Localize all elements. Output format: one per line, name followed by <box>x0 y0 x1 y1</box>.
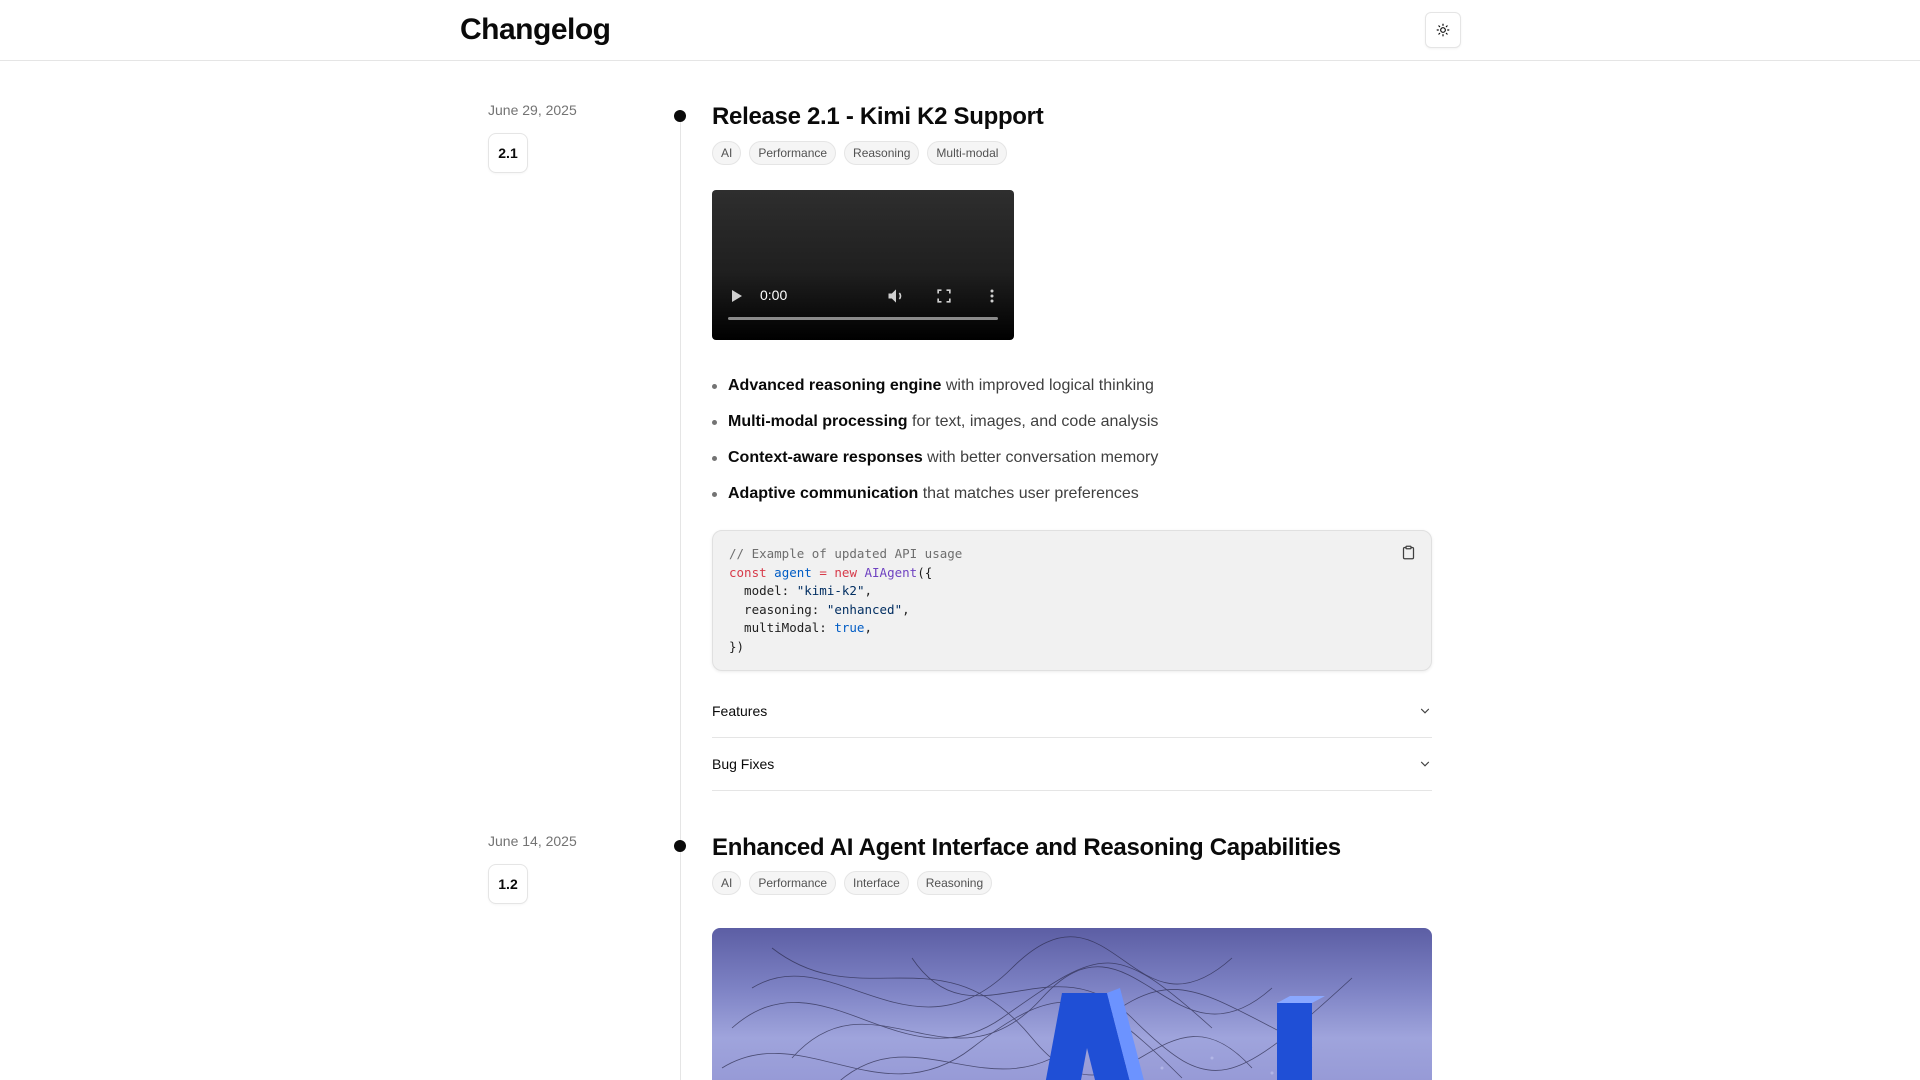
accordion-bug-fixes[interactable]: Bug Fixes <box>712 738 1432 791</box>
code-block: // Example of updated API usage const ag… <box>712 530 1432 671</box>
chevron-down-icon <box>1420 708 1430 714</box>
sun-icon <box>1436 23 1450 37</box>
tag: AI <box>712 871 742 895</box>
tag: Performance <box>749 871 837 895</box>
ai-artwork <box>721 936 1353 1080</box>
list-item: Multi-modal processing for text, images,… <box>712 408 1158 444</box>
accordion-label: Bug Fixes <box>712 756 775 772</box>
page-title: Changelog <box>460 13 611 46</box>
feature-bullet-list: Advanced reasoning engine with improved … <box>712 372 1158 516</box>
version-badge: 2.1 <box>488 133 528 173</box>
video-controls: 0:00 <box>712 286 1014 326</box>
tag-list: AI Performance Reasoning Multi-modal <box>712 141 1008 165</box>
tag: Interface <box>844 871 909 895</box>
code-line: multiModal: true, <box>729 620 872 635</box>
more-options-icon[interactable] <box>982 286 1002 306</box>
copy-button[interactable] <box>1399 543 1417 561</box>
accordion-label: Features <box>712 703 768 719</box>
tag: AI <box>712 141 742 165</box>
list-item: Context-aware responses with better conv… <box>712 444 1158 480</box>
code-line: const agent = new AIAgent({ <box>729 564 933 580</box>
code-line: }) <box>729 638 745 654</box>
chevron-down-icon <box>1420 761 1430 767</box>
timeline-dot <box>674 840 686 852</box>
accordion-features[interactable]: Features <box>712 685 1432 738</box>
code-line: model: "kimi-k2", <box>729 583 872 598</box>
list-item: Adaptive communication that matches user… <box>712 480 1158 516</box>
release-hero-image <box>712 928 1432 1080</box>
entry-title: Release 2.1 - Kimi K2 Support <box>712 103 1044 130</box>
video-player[interactable]: 0:00 <box>712 190 1014 340</box>
code-line: reasoning: "enhanced", <box>729 601 910 617</box>
tag: Performance <box>749 141 837 165</box>
play-icon[interactable] <box>732 290 742 302</box>
fullscreen-icon[interactable] <box>934 286 954 306</box>
theme-toggle-button[interactable] <box>1425 12 1461 48</box>
video-time: 0:00 <box>760 287 788 303</box>
list-item: Advanced reasoning engine with improved … <box>712 372 1158 408</box>
tag-list: AI Performance Interface Reasoning <box>712 871 993 895</box>
timeline-dot <box>674 110 686 122</box>
tag: Multi-modal <box>927 141 1008 165</box>
entry-date: June 14, 2025 <box>488 833 577 849</box>
timeline-line <box>680 110 681 1080</box>
clipboard-icon <box>1402 545 1414 559</box>
entry-date: June 29, 2025 <box>488 102 577 118</box>
video-progress-bar[interactable] <box>728 317 998 320</box>
code-line: // Example of updated API usage <box>729 546 963 561</box>
tag: Reasoning <box>916 871 993 895</box>
version-badge: 1.2 <box>488 864 528 904</box>
entry-title: Enhanced AI Agent Interface and Reasonin… <box>712 834 1341 861</box>
volume-icon[interactable] <box>886 286 906 306</box>
tag: Reasoning <box>844 141 920 165</box>
top-bar: Changelog <box>0 0 1920 61</box>
